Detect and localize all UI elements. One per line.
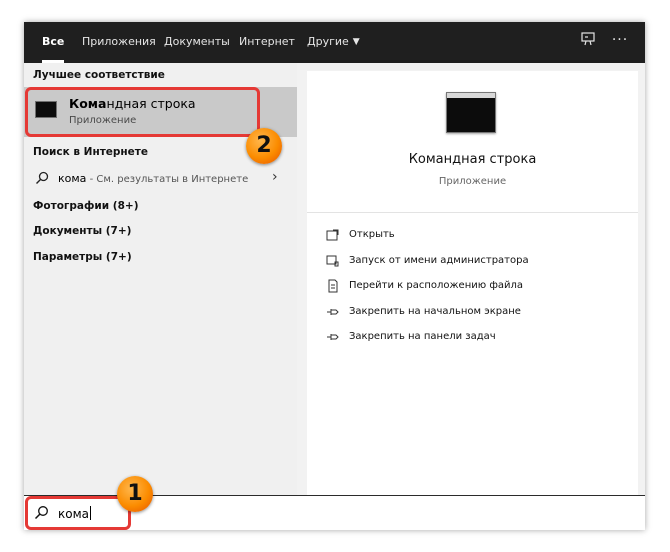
preview-divider: [307, 212, 638, 213]
feedback-icon: [581, 32, 595, 46]
action-pin-start[interactable]: Закрепить на начальном экране: [326, 304, 626, 322]
web-search-header: Поиск в Интернете: [33, 146, 149, 158]
feedback-button[interactable]: [577, 31, 599, 53]
preview-title: Командная строка: [408, 152, 537, 167]
action-label: Закрепить на панели задач: [349, 331, 496, 342]
highlight-best-match: [25, 87, 260, 137]
action-label: Запуск от имени администратора: [349, 255, 529, 266]
category-settings[interactable]: Параметры (7+): [33, 251, 132, 263]
best-match-header: Лучшее соответствие: [33, 69, 165, 81]
step-badge-2: 2: [246, 128, 282, 164]
preview-subtitle: Приложение: [438, 176, 507, 187]
tab-label: Другие: [307, 35, 349, 48]
search-icon: [36, 171, 49, 184]
tab-more[interactable]: Другие ▼: [307, 22, 360, 63]
tab-label: Приложения: [82, 35, 156, 48]
pin-icon: [327, 309, 339, 315]
web-result-text: кома - См. результаты в Интернете: [58, 172, 248, 185]
action-pin-taskbar[interactable]: Закрепить на панели задач: [326, 329, 626, 347]
action-label: Открыть: [349, 229, 395, 240]
search-tab-bar: Все Приложения Документы Интернет Другие…: [24, 22, 645, 63]
run-as-admin-icon: [326, 255, 339, 267]
tab-all[interactable]: Все: [42, 22, 65, 63]
tab-label: Интернет: [239, 35, 295, 48]
action-run-as-admin[interactable]: Запуск от имени администратора: [326, 253, 626, 271]
action-open[interactable]: Открыть: [326, 227, 626, 245]
more-options-icon: ···: [611, 32, 629, 48]
tab-internet[interactable]: Интернет: [239, 22, 295, 63]
tab-documents[interactable]: Документы: [164, 22, 230, 63]
command-prompt-large-icon: [446, 92, 496, 133]
tab-label: Документы: [164, 35, 230, 48]
chevron-down-icon: ▼: [352, 37, 360, 47]
web-search-result[interactable]: кома - См. результаты в Интернете ›: [24, 167, 297, 191]
tab-apps[interactable]: Приложения: [82, 22, 156, 63]
open-icon: [326, 229, 339, 241]
web-hint: - См. результаты в Интернете: [86, 174, 249, 185]
action-label: Перейти к расположению файла: [349, 280, 524, 291]
file-location-icon: [328, 279, 338, 293]
highlight-search-box: [25, 496, 131, 530]
icon-titlebar: [447, 93, 495, 98]
pin-icon: [327, 334, 339, 340]
more-options-button[interactable]: ···: [609, 31, 631, 53]
preview-pane: Командная строка Приложение Открыть Запу…: [307, 71, 638, 495]
action-open-file-location[interactable]: Перейти к расположению файла: [326, 278, 626, 296]
chevron-right-icon[interactable]: ›: [272, 169, 278, 185]
action-label: Закрепить на начальном экране: [349, 306, 521, 317]
step-badge-1: 1: [117, 476, 153, 512]
tab-label: Все: [42, 35, 65, 48]
category-documents[interactable]: Документы (7+): [33, 225, 131, 237]
web-query: кома: [58, 172, 87, 185]
category-photos[interactable]: Фотографии (8+): [33, 200, 139, 212]
